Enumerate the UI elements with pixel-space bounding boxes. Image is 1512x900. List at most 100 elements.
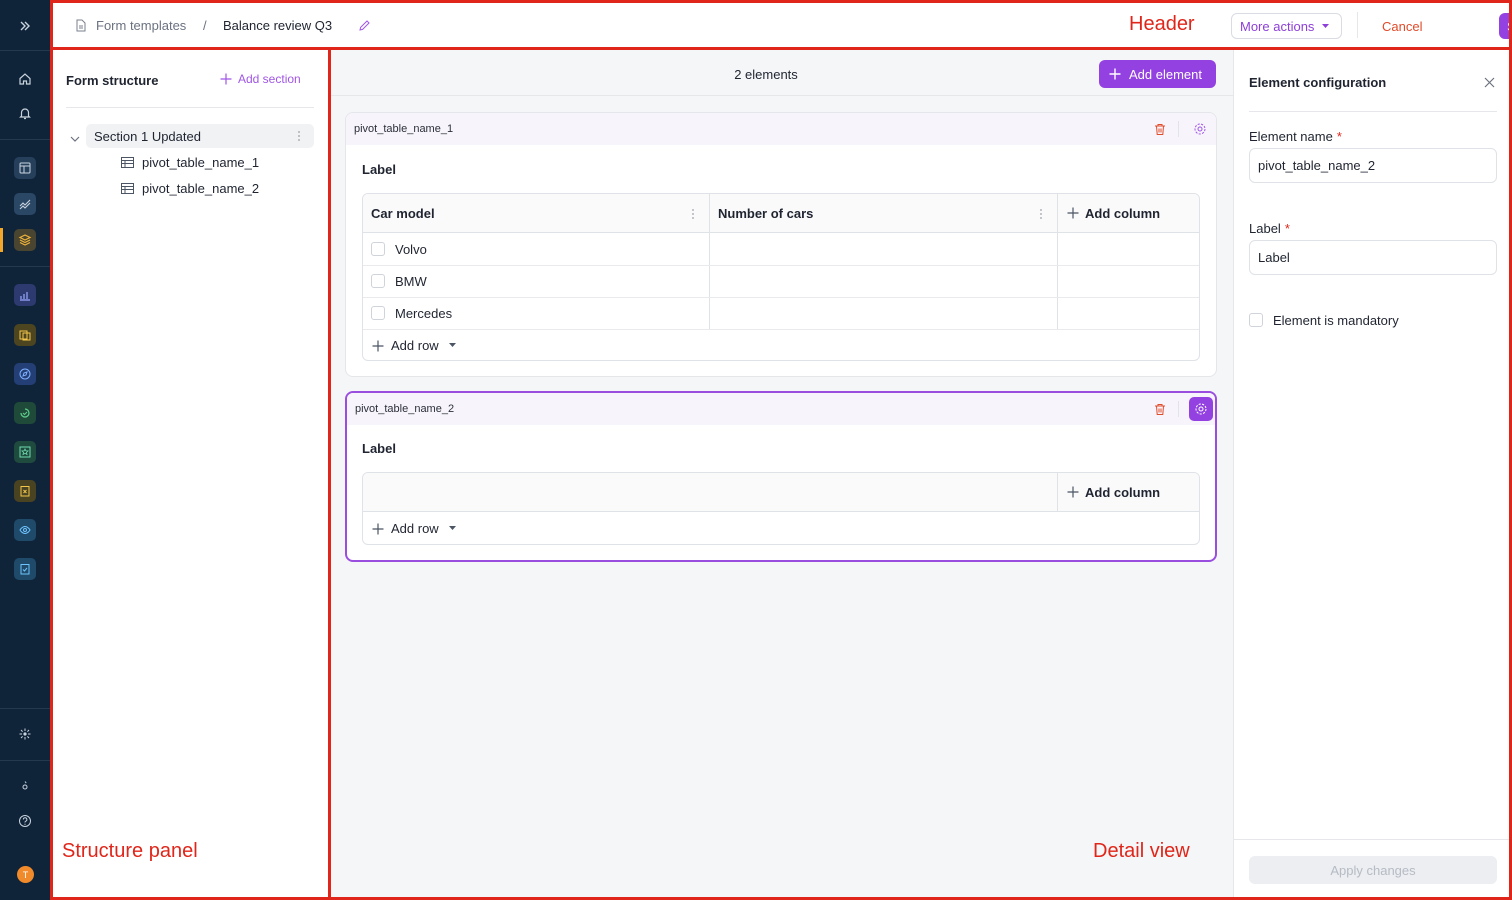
check-chart-icon[interactable]: [14, 193, 36, 215]
rail-divider: [0, 708, 50, 709]
caret-down-icon: [448, 526, 456, 530]
panel-divider: [1249, 111, 1497, 112]
card-label: Label: [362, 441, 396, 456]
tree-item[interactable]: pivot_table_name_1: [121, 155, 259, 170]
rail-divider: [0, 266, 50, 267]
help-icon[interactable]: [14, 810, 36, 832]
kebab-icon[interactable]: [691, 208, 695, 220]
pencil-icon[interactable]: [358, 19, 371, 35]
home-icon[interactable]: [14, 68, 36, 90]
chevron-down-icon[interactable]: [70, 131, 80, 146]
table-icon: [121, 183, 134, 194]
tree-item-label: pivot_table_name_1: [142, 155, 260, 170]
footer-divider: [1234, 839, 1512, 840]
rail-divider: [0, 50, 50, 51]
more-actions-label: More actions: [1240, 18, 1315, 34]
column-header[interactable]: Car model: [363, 194, 709, 233]
config-title: Element configuration: [1249, 75, 1387, 90]
plus-icon: [1109, 68, 1121, 80]
row-checkbox[interactable]: [371, 274, 385, 288]
column-divider: [1057, 194, 1058, 329]
row-label: BMW: [395, 274, 427, 289]
layers-icon[interactable]: [14, 229, 36, 251]
header-divider: [1178, 401, 1179, 417]
settings-gear-icon[interactable]: [1189, 118, 1211, 140]
trash-icon[interactable]: [1149, 398, 1171, 420]
row-divider: [363, 265, 1199, 266]
bell-icon[interactable]: [14, 102, 36, 124]
add-row-button[interactable]: Add row: [372, 521, 456, 536]
element-card[interactable]: pivot_table_name_1 Label Car model Numbe…: [345, 112, 1217, 377]
card-header: pivot_table_name_2: [347, 393, 1215, 425]
app-rail: T: [0, 0, 50, 900]
header-divider: [1357, 12, 1358, 38]
row-checkbox[interactable]: [371, 242, 385, 256]
card-name: pivot_table_name_2: [355, 403, 455, 415]
structure-panel: Form structure Add section Section 1 Upd…: [50, 50, 330, 900]
plus-icon: [220, 73, 232, 85]
add-section-label: Add section: [238, 72, 301, 86]
gear-icon[interactable]: [14, 776, 36, 798]
element-count: 2 elements: [734, 67, 798, 82]
close-icon[interactable]: [1484, 76, 1495, 91]
cancel-button[interactable]: Cancel: [1382, 19, 1422, 34]
element-card-selected[interactable]: pivot_table_name_2 Label Add column Add …: [345, 391, 1217, 562]
row-divider: [363, 329, 1199, 330]
document-icon: [75, 19, 87, 35]
row-checkbox[interactable]: [371, 306, 385, 320]
label-field[interactable]: Label: [1249, 240, 1497, 275]
clipboard-check-icon[interactable]: [14, 558, 36, 580]
add-column-label: Add column: [1085, 205, 1161, 221]
element-name-field[interactable]: pivot_table_name_2: [1249, 148, 1497, 183]
clipboard-x-icon[interactable]: [14, 480, 36, 502]
active-indicator: [0, 228, 3, 252]
plus-icon: [372, 523, 384, 534]
detail-view: 2 elements Add element pivot_table_name_…: [331, 50, 1233, 900]
star-report-icon[interactable]: [14, 441, 36, 463]
analytics-icon[interactable]: [14, 284, 36, 306]
breadcrumb-root[interactable]: Form templates: [96, 18, 186, 33]
kebab-icon[interactable]: [297, 130, 301, 145]
section-label[interactable]: Section 1 Updated: [94, 129, 201, 144]
detail-annotation: Detail view: [1093, 840, 1190, 862]
element-name-label: Element name *: [1249, 129, 1342, 144]
tree-item[interactable]: pivot_table_name_2: [121, 181, 259, 196]
sparkle-icon[interactable]: [14, 723, 36, 745]
add-column-button[interactable]: Add column: [1057, 194, 1199, 233]
caret-down-icon: [448, 343, 456, 347]
add-row-button[interactable]: Add row: [372, 338, 456, 353]
header-divider: [1178, 121, 1179, 137]
kebab-icon[interactable]: [1039, 208, 1043, 220]
structure-annotation: Structure panel: [62, 840, 198, 862]
dashboard-icon[interactable]: [14, 157, 36, 179]
column-divider: [709, 194, 710, 329]
avatar[interactable]: T: [17, 866, 34, 883]
trash-icon[interactable]: [1149, 118, 1171, 140]
structure-title: Form structure: [66, 73, 159, 88]
sync-icon[interactable]: [14, 402, 36, 424]
more-actions-button[interactable]: More actions: [1231, 13, 1342, 39]
breadcrumb-separator: /: [203, 18, 207, 33]
header-annotation: Header: [1129, 13, 1195, 35]
card-label: Label: [362, 162, 396, 177]
mandatory-label: Element is mandatory: [1273, 313, 1399, 328]
settings-gear-icon[interactable]: [1189, 397, 1213, 421]
save-button[interactable]: Save: [1499, 13, 1512, 39]
expand-icon[interactable]: [14, 15, 36, 37]
column-header[interactable]: Number of cars: [709, 194, 1057, 233]
panel-divider: [66, 107, 314, 108]
eye-icon[interactable]: [14, 519, 36, 541]
files-icon[interactable]: [14, 324, 36, 346]
add-section-button[interactable]: Add section: [220, 72, 301, 86]
row-label: Volvo: [395, 242, 427, 257]
row-divider: [363, 297, 1199, 298]
mandatory-checkbox[interactable]: [1249, 313, 1263, 327]
tree-item-label: pivot_table_name_2: [142, 181, 260, 196]
label-field-label: Label *: [1249, 221, 1290, 236]
add-element-button[interactable]: Add element: [1099, 60, 1216, 88]
column-divider: [1057, 473, 1058, 512]
pivot-table: Car model Number of cars Add column Volv…: [362, 193, 1200, 361]
apply-changes-button[interactable]: Apply changes: [1249, 856, 1497, 884]
add-column-button[interactable]: Add column: [1057, 473, 1199, 512]
compass-icon[interactable]: [14, 363, 36, 385]
